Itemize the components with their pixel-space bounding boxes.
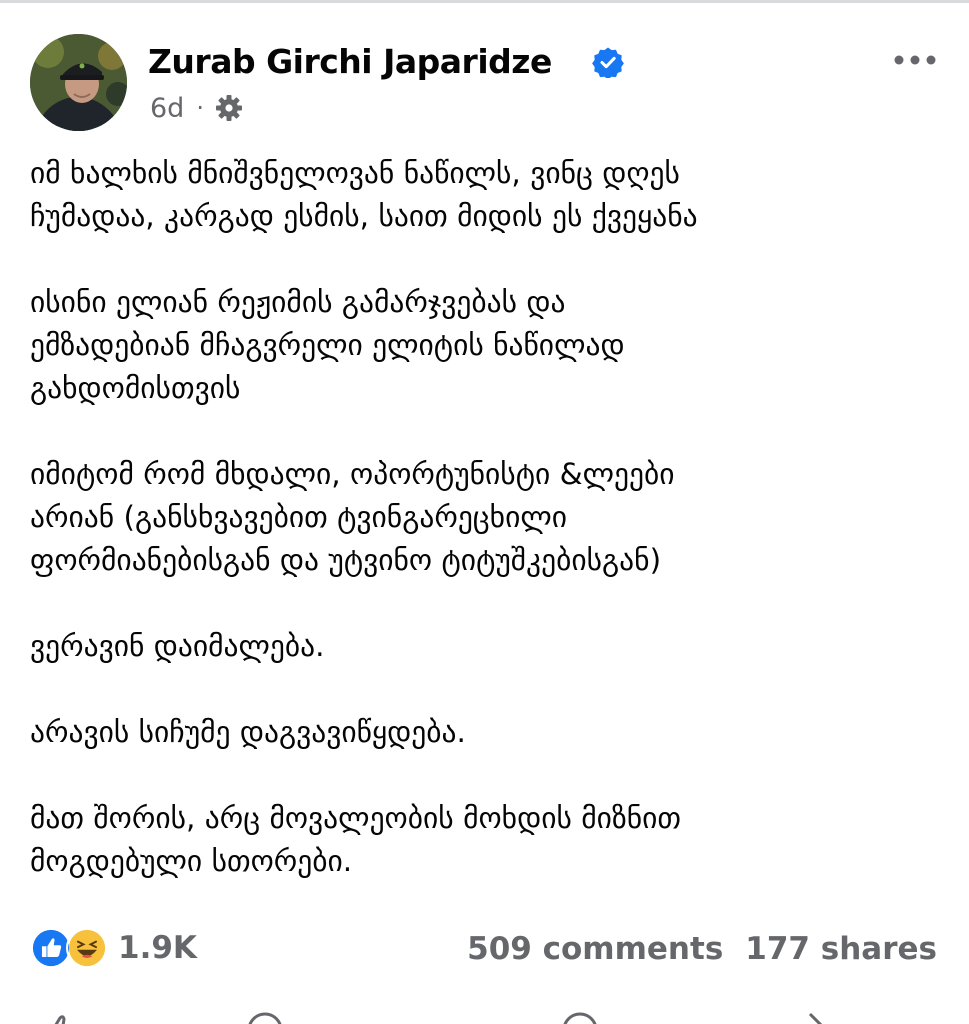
comments-count[interactable]: 509 comments (467, 931, 723, 967)
post-paragraph: ვერავინ დაიმალება. (30, 629, 325, 663)
verified-badge-icon (592, 47, 624, 78)
avatar-photo (30, 34, 127, 131)
action-bar (0, 1008, 969, 1024)
post-paragraph: იმიტომ რომ მხდალი, ოპორტუნისტი &ლეები არ… (30, 457, 675, 577)
shares-count[interactable]: 177 shares (745, 931, 937, 967)
author-name[interactable]: Zurab Girchi Japaridze (148, 38, 552, 86)
post-meta: 6d · (150, 88, 244, 128)
post-header: Zurab Girchi Japaridze 6d · (0, 0, 969, 150)
post-text: იმ ხალხის მნიშვნელოვან ნაწილს, ვინც დღეს… (30, 152, 945, 883)
post-paragraph: ისინი ელიან რეჟიმის გამარჯვებას და ემზად… (30, 285, 625, 405)
author-avatar[interactable] (30, 34, 127, 131)
haha-reaction-icon (66, 927, 108, 969)
gear-icon[interactable] (214, 93, 244, 123)
send-icon[interactable] (560, 1010, 600, 1024)
reaction-count: 1.9K (118, 930, 197, 966)
like-count-icon (108, 1010, 148, 1024)
post-paragraph: მათ შორის, არც მოვალეობის მოხდის მიზნით … (30, 801, 682, 878)
post-paragraph: არავის სიჩუმე დაგვავიწყდება. (30, 715, 466, 749)
more-options-icon[interactable] (893, 50, 937, 70)
engagement-counts: 509 comments 177 shares (467, 927, 937, 971)
like-icon[interactable] (40, 1010, 80, 1024)
post-paragraph: იმ ხალხის მნიშვნელოვან ნაწილს, ვინც დღეს… (30, 156, 698, 233)
send-dot-icon (640, 1010, 680, 1024)
comment-dot-icon (318, 1010, 358, 1024)
engagement-bar: 1.9K 509 comments 177 shares (0, 922, 969, 976)
share-icon[interactable] (790, 1010, 830, 1024)
meta-separator: · (196, 94, 204, 122)
post-time[interactable]: 6d (150, 93, 184, 124)
comment-icon[interactable] (245, 1010, 285, 1024)
reactions-summary[interactable]: 1.9K (30, 927, 197, 969)
